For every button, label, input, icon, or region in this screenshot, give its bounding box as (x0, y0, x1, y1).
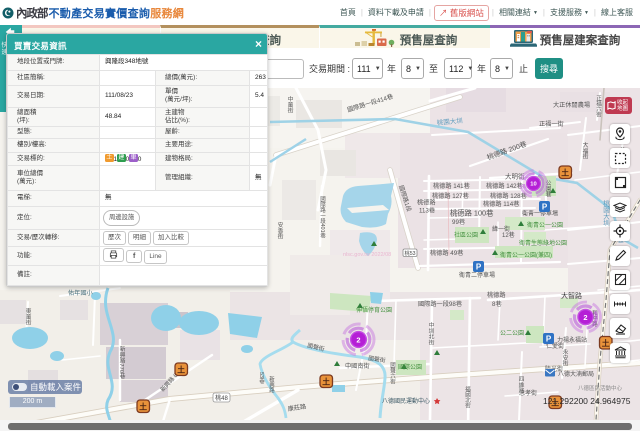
svg-text:正福一街: 正福一街 (539, 120, 564, 128)
svg-text:P: P (542, 203, 548, 212)
svg-text:2: 2 (356, 335, 360, 344)
svg-text:大福街: 大福街 (581, 141, 588, 161)
svg-text:土: 土 (177, 364, 185, 374)
svg-text:桃德路 114巷: 桃德路 114巷 (483, 200, 520, 208)
svg-text:桃53: 桃53 (405, 249, 416, 257)
svg-text:國際路一段401巷: 國際路一段401巷 (319, 196, 326, 239)
svg-text:桃德路 128巷: 桃德路 128巷 (490, 192, 528, 200)
svg-text:衛青公一公園(兼四): 衛青公一公園(兼四) (500, 251, 552, 259)
svg-text:P: P (546, 335, 552, 344)
svg-text:桃德路 100巷: 桃德路 100巷 (450, 209, 494, 218)
svg-text:12巷: 12巷 (502, 231, 515, 239)
svg-text:國際路一段98巷: 國際路一段98巷 (418, 300, 463, 308)
svg-text:佑年國小: 佑年國小 (68, 289, 94, 297)
svg-text:桃德路 49巷: 桃德路 49巷 (430, 249, 464, 257)
svg-text:土: 土 (602, 338, 610, 348)
svg-text:53巷: 53巷 (258, 372, 265, 384)
svg-text:中國南街: 中國南街 (345, 362, 370, 370)
svg-text:2: 2 (583, 313, 587, 322)
svg-text:新興路: 新興路 (268, 375, 275, 394)
svg-text:土: 土 (139, 401, 147, 411)
svg-text:公二公園: 公二公園 (500, 330, 524, 337)
svg-text:大正休閒農場: 大正休閒農場 (553, 101, 590, 109)
svg-text:中圳北街: 中圳北街 (427, 321, 434, 346)
svg-text:緯一街: 緯一街 (492, 225, 510, 233)
svg-text:正福六街: 正福六街 (595, 95, 602, 119)
svg-text:八德國民運動中心: 八德國民運動中心 (382, 397, 430, 405)
svg-text:安香街: 安香街 (276, 221, 283, 241)
svg-text:桃48: 桃48 (215, 394, 228, 402)
svg-text:桃德路: 桃德路 (487, 291, 506, 299)
svg-text:桃德路: 桃德路 (417, 199, 436, 207)
svg-text:衛青二停車場: 衛青二停車場 (459, 271, 495, 279)
svg-text:10: 10 (530, 182, 536, 188)
svg-text:八德大湳郵局: 八德大湳郵局 (558, 370, 594, 378)
svg-text:99巷: 99巷 (452, 219, 466, 226)
svg-text:衛青公一公園: 衛青公一公園 (527, 221, 563, 229)
svg-text:土: 土 (561, 167, 569, 177)
svg-text:東萬街: 東萬街 (24, 307, 31, 327)
svg-text:福國北街: 福國北街 (464, 385, 471, 410)
svg-text:國際公園: 國際公園 (398, 363, 422, 371)
svg-text:土: 土 (322, 376, 330, 386)
svg-text:桃德路 142巷: 桃德路 142巷 (486, 182, 524, 190)
svg-text:桃德路 141巷: 桃德路 141巷 (433, 182, 471, 190)
svg-text:永安街: 永安街 (561, 348, 568, 368)
svg-text:大智路: 大智路 (561, 291, 582, 300)
svg-text:新興路770巷: 新興路770巷 (118, 345, 125, 379)
svg-text:桃德路 127巷: 桃德路 127巷 (432, 192, 470, 200)
svg-text:力揚永福站: 力揚永福站 (557, 336, 587, 344)
svg-text:國聲六街: 國聲六街 (389, 362, 396, 386)
svg-text:四維路: 四維路 (517, 376, 524, 395)
svg-text:113巷: 113巷 (419, 208, 436, 215)
svg-text:nlsc.gov.tw 2022/08: nlsc.gov.tw 2022/08 (343, 252, 391, 258)
svg-text:中萬街: 中萬街 (286, 95, 293, 115)
svg-text:P: P (476, 263, 482, 272)
svg-text:8巷: 8巷 (492, 301, 502, 308)
svg-text:社區公園: 社區公園 (454, 231, 478, 239)
svg-text:伸悟停育公園: 伸悟停育公園 (356, 306, 392, 314)
svg-text:衛青生態綠地公園: 衛青生態綠地公園 (519, 239, 567, 247)
svg-text:八德區民活動中心: 八德區民活動中心 (578, 384, 623, 392)
